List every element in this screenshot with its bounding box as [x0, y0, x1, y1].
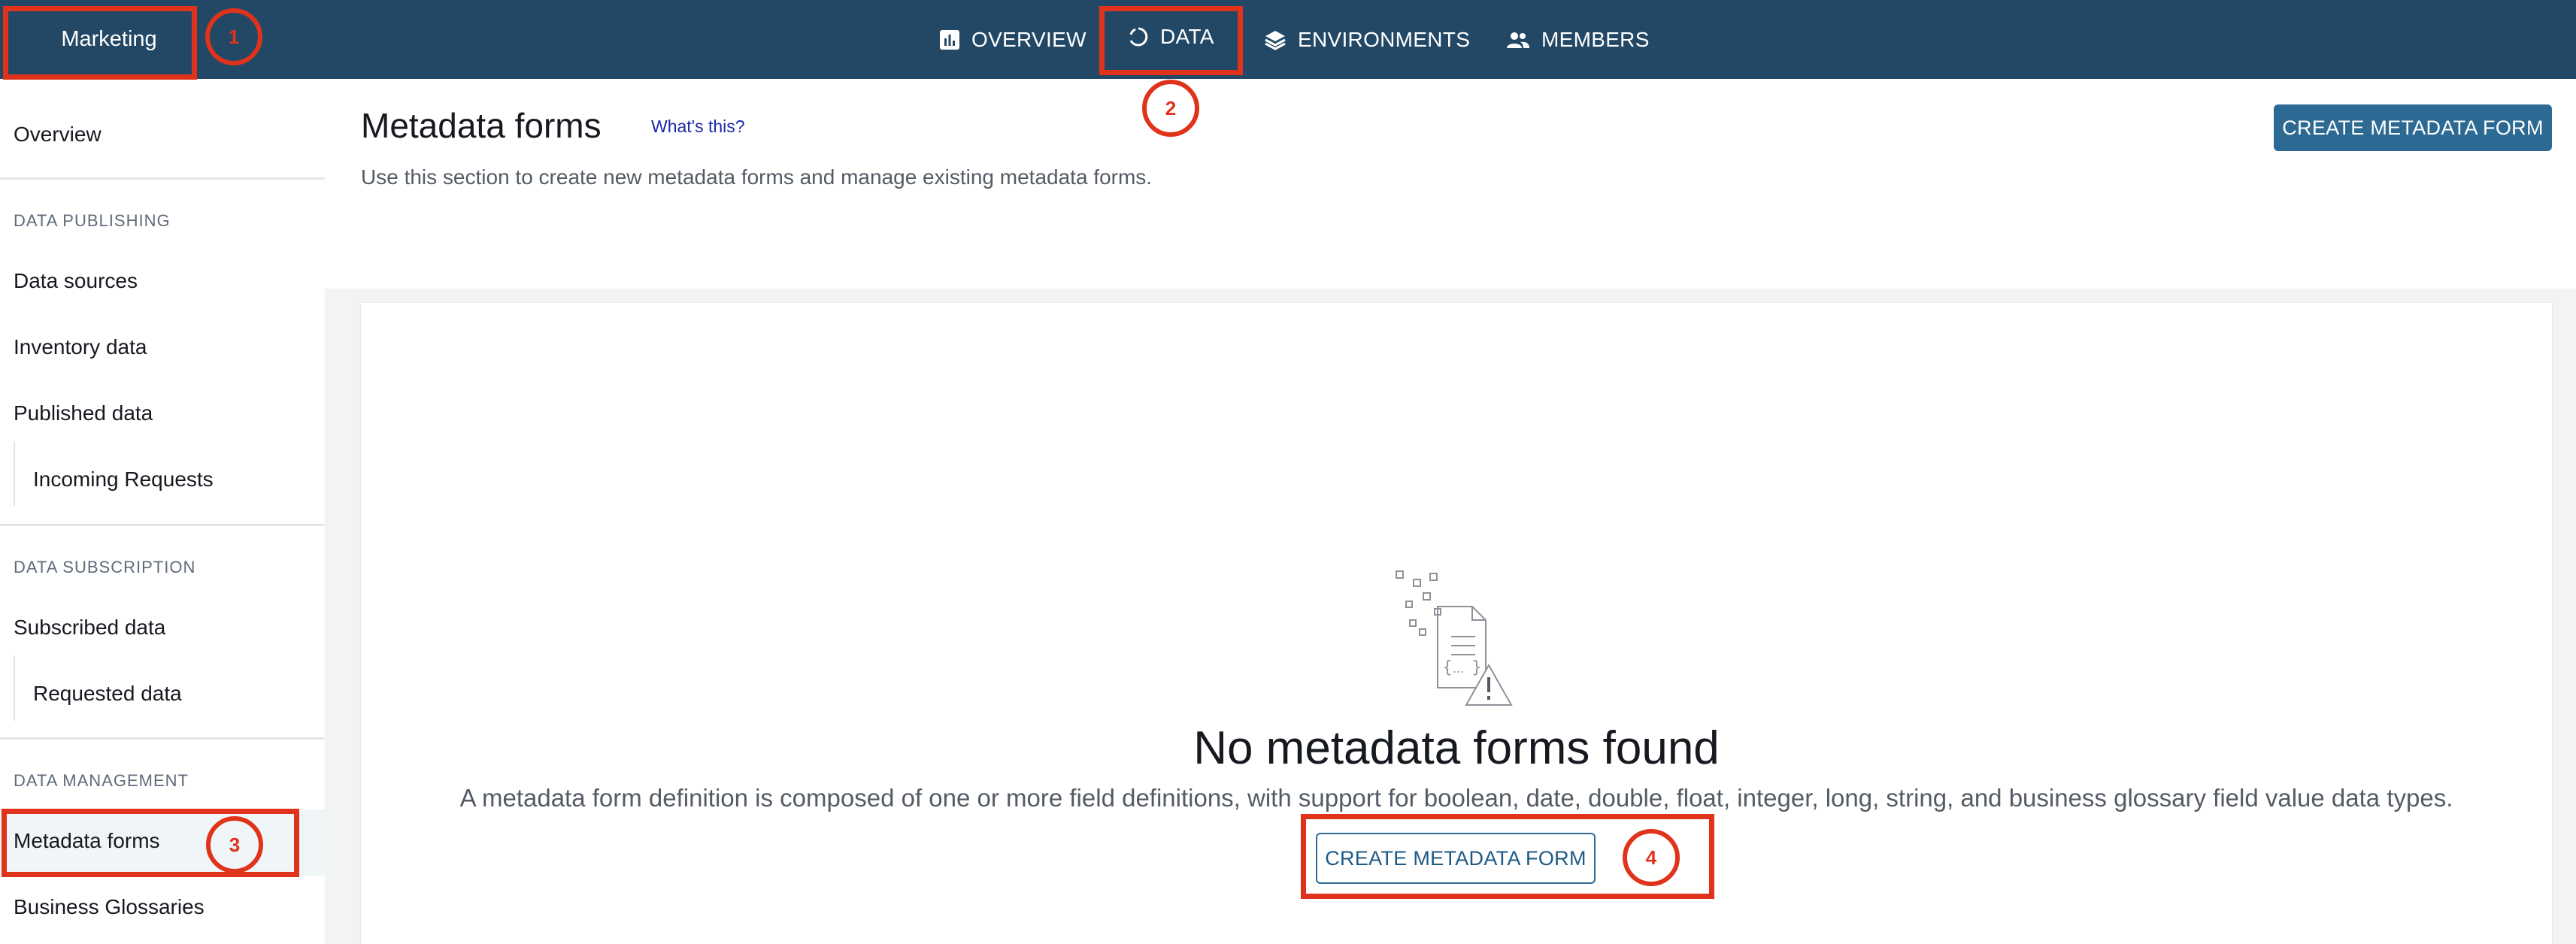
tab-members[interactable]: MEMBERS: [1505, 0, 1650, 79]
empty-state-title: No metadata forms found: [1193, 722, 1720, 774]
step-marker-2: 2: [1142, 80, 1199, 137]
tab-members-label: MEMBERS: [1541, 27, 1650, 51]
layers-icon: [1263, 29, 1287, 51]
sidebar-item-data-sources[interactable]: Data sources: [14, 269, 138, 293]
highlight-box-data-tab: [1099, 6, 1243, 75]
step-marker-4: 4: [1623, 829, 1680, 886]
bar-chart-icon: [938, 29, 961, 51]
step-marker-3: 3: [206, 816, 263, 873]
sidebar-item-inventory-data[interactable]: Inventory data: [14, 335, 147, 359]
sidebar-indent-line: [14, 655, 15, 721]
sidebar-indent-line: [14, 441, 15, 507]
step-marker-1: 1: [205, 8, 262, 65]
sidebar-item-incoming-requests[interactable]: Incoming Requests: [33, 467, 214, 492]
sidebar-item-subscribed-data[interactable]: Subscribed data: [14, 616, 165, 640]
svg-text:}: }: [1471, 658, 1482, 677]
highlight-box-project: [3, 6, 197, 80]
sidebar-section-data-subscription: DATA SUBSCRIPTION: [14, 558, 196, 576]
page-description: Use this section to create new metadata …: [361, 165, 1153, 189]
whats-this-link[interactable]: What's this?: [651, 116, 745, 137]
sidebar-divider: [0, 524, 325, 526]
sidebar-divider: [0, 737, 325, 740]
sidebar-divider: [0, 177, 325, 180]
svg-text:...: ...: [1453, 661, 1464, 676]
tab-environments-label: ENVIRONMENTS: [1298, 27, 1471, 51]
sidebar-item-overview[interactable]: Overview: [14, 123, 102, 147]
empty-state-description: A metadata form definition is composed o…: [459, 784, 2453, 812]
document-warning-icon: { ... }: [1391, 567, 1519, 710]
top-navigation-bar: Marketing OVERVIEW DATA ENVIRONMENTS MEM…: [0, 0, 2576, 79]
tab-overview-label: OVERVIEW: [971, 27, 1086, 51]
people-icon: [1505, 29, 1531, 50]
sidebar-item-requested-data[interactable]: Requested data: [33, 682, 182, 706]
sidebar-item-published-data[interactable]: Published data: [14, 401, 153, 425]
sidebar-section-data-management: DATA MANAGEMENT: [14, 771, 189, 790]
sidebar-item-business-glossaries[interactable]: Business Glossaries: [14, 895, 205, 919]
sidebar-section-data-publishing: DATA PUBLISHING: [14, 211, 171, 230]
svg-text:{: {: [1442, 658, 1453, 677]
tab-overview[interactable]: OVERVIEW: [938, 0, 1086, 79]
create-metadata-form-button[interactable]: CREATE METADATA FORM: [2274, 104, 2552, 151]
page-title: Metadata forms: [361, 106, 602, 145]
tab-environments[interactable]: ENVIRONMENTS: [1263, 0, 1470, 79]
